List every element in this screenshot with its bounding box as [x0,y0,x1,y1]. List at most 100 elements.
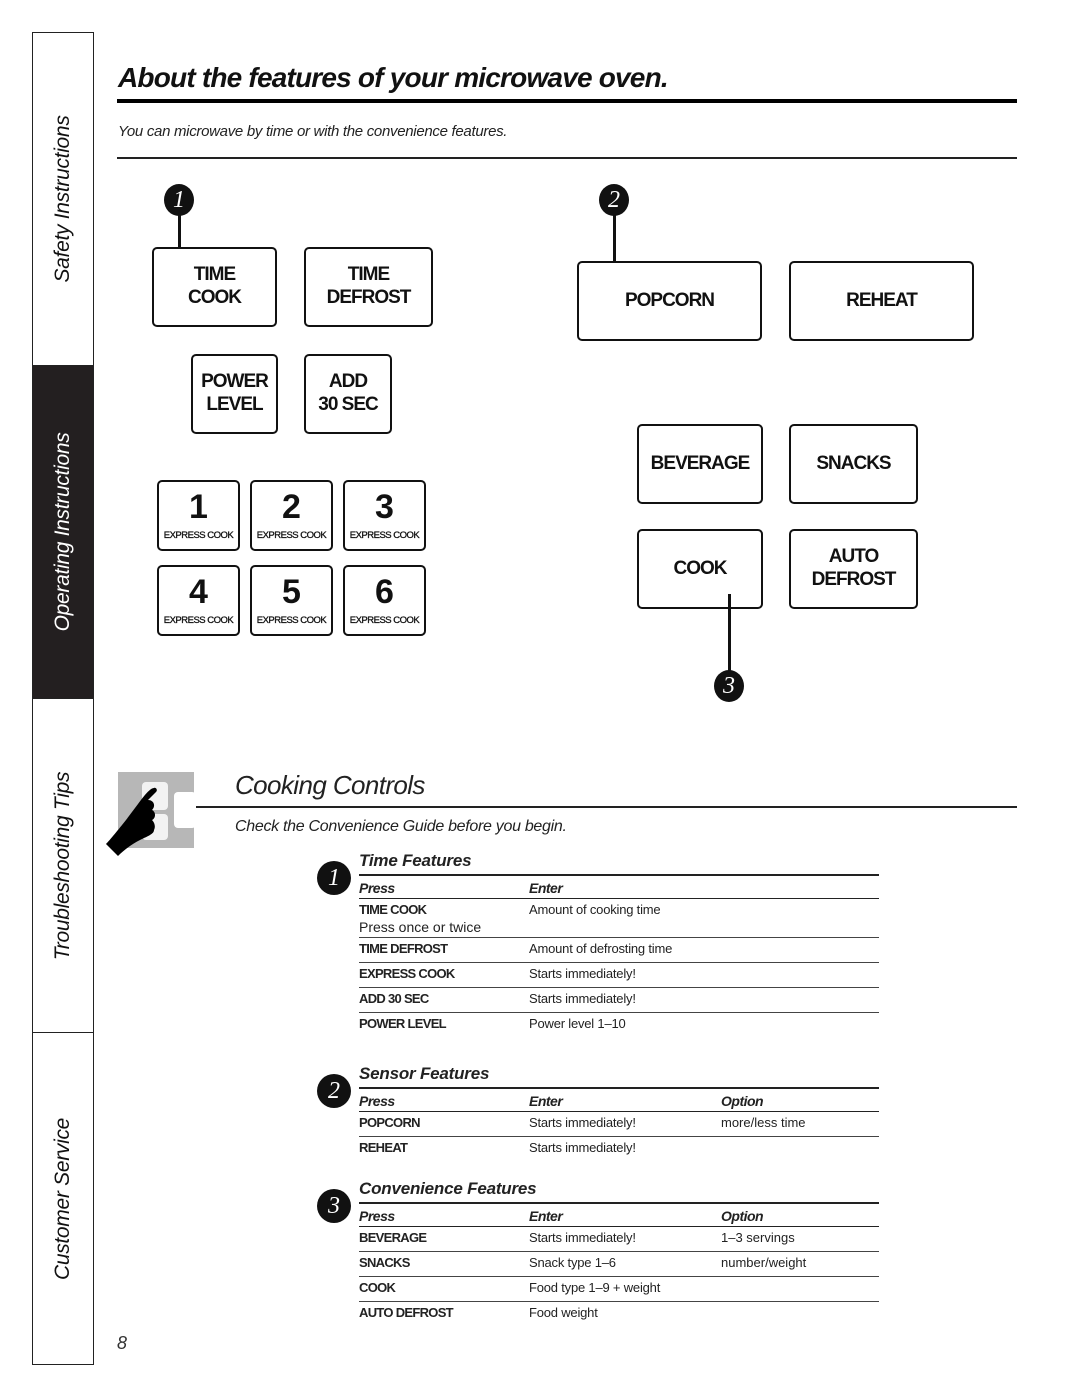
key-number: 2 [282,487,301,526]
tab-label: Safety Instructions [51,115,74,283]
time-cook-button[interactable]: TIME COOK [152,247,277,327]
key-sublabel: EXPRESS COOK [256,529,327,541]
enter-cell: Food type 1–9 + weight [529,1276,721,1302]
button-label-line: DEFROST [811,569,897,590]
button-label: POPCORN [624,289,715,311]
tab-label: Operating Instructions [51,432,74,632]
number-key-1[interactable]: 1 EXPRESS COOK [157,480,240,551]
button-label-line: TIME [347,264,390,286]
table-row: TIME DEFROST Amount of defrosting time [359,937,879,963]
column-header-enter: Enter [529,875,721,899]
button-label-line: DEFROST [326,287,412,308]
callout-number: 3 [723,672,735,699]
table-row: POWER LEVEL Power level 1–10 [359,1013,879,1038]
tab-label: Troubleshooting Tips [51,771,74,960]
sidebar-section-tabs: Safety Instructions Operating Instructio… [32,32,94,1365]
enter-cell: Power level 1–10 [529,1016,626,1031]
section-subtitle: Check the Convenience Guide before you b… [235,818,567,835]
button-label: COOK [673,557,728,579]
option-cell: more/less time [721,1111,879,1137]
button-label-line: AUTO [828,546,879,568]
reheat-button[interactable]: REHEAT [789,261,974,341]
number-key-5[interactable]: 5 EXPRESS COOK [250,565,333,636]
option-cell [721,1013,879,1038]
column-header-enter: Enter [529,1088,721,1112]
key-number: 5 [282,572,301,611]
press-cell: BEVERAGE [359,1226,529,1252]
add-30-sec-button[interactable]: ADD 30 SEC [304,354,392,434]
enter-cell: Starts immediately! [529,987,721,1013]
column-header-option: Option [721,1203,879,1227]
press-cell: REHEAT [359,1140,408,1155]
enter-cell: Starts immediately! [529,1226,721,1252]
number-key-2[interactable]: 2 EXPRESS COOK [250,480,333,551]
enter-cell: Starts immediately! [529,1111,721,1137]
table-row: EXPRESS COOK Starts immediately! [359,962,879,988]
section-title: Cooking Controls [235,770,425,800]
badge-number: 3 [328,1192,340,1219]
section-divider [196,806,1017,808]
section-number-badge: 1 [317,861,351,895]
option-cell [721,1137,879,1162]
column-header-press: Press [359,1203,529,1227]
press-cell: POPCORN [359,1111,529,1137]
tab-safety-instructions[interactable]: Safety Instructions [33,33,93,366]
tab-troubleshooting-tips[interactable]: Troubleshooting Tips [33,699,93,1033]
number-key-4[interactable]: 4 EXPRESS COOK [157,565,240,636]
feature-table: Press Enter Option BEVERAGE Starts immed… [359,1202,879,1326]
snacks-button[interactable]: SNACKS [789,424,918,504]
column-header-press: Press [359,875,529,899]
key-sublabel: EXPRESS COOK [163,614,234,626]
cook-button[interactable]: COOK [637,529,763,609]
power-level-button[interactable]: POWER LEVEL [191,354,278,434]
press-note: Press once or twice [359,919,482,935]
enter-cell: Starts immediately! [529,962,721,988]
feature-table: Press Enter Option POPCORN Starts immedi… [359,1087,879,1161]
callout-number: 1 [173,186,185,213]
button-label-line: COOK [188,287,242,308]
time-defrost-button[interactable]: TIME DEFROST [304,247,433,327]
table-row: ADD 30 SEC Starts immediately! [359,987,879,1013]
key-number: 3 [375,487,394,526]
option-cell: number/weight [721,1251,879,1277]
button-label-line: POWER [201,371,269,393]
callout-marker-3: 3 [714,670,744,702]
tab-customer-service[interactable]: Customer Service [33,1033,93,1364]
badge-number: 1 [328,864,340,891]
tab-operating-instructions[interactable]: Operating Instructions [33,366,93,699]
feature-heading: Time Features [359,851,472,870]
option-cell [721,937,879,963]
auto-defrost-button[interactable]: AUTO DEFROST [789,529,918,609]
key-sublabel: EXPRESS COOK [163,529,234,541]
page-number: 8 [117,1333,128,1353]
press-key-label: TIME COOK [359,902,427,917]
feature-heading: Convenience Features [359,1179,537,1198]
key-number: 1 [189,487,208,526]
option-cell [721,1276,879,1302]
button-label-line: 30 SEC [318,394,378,415]
number-key-6[interactable]: 6 EXPRESS COOK [343,565,426,636]
enter-cell: Amount of defrosting time [529,937,721,963]
popcorn-button[interactable]: POPCORN [577,261,762,341]
enter-cell: Amount of cooking time [529,898,721,938]
key-sublabel: EXPRESS COOK [349,614,420,626]
key-number: 4 [189,572,208,611]
number-key-3[interactable]: 3 EXPRESS COOK [343,480,426,551]
table-row: TIME COOK Press once or twice Amount of c… [359,898,879,938]
table-row: POPCORN Starts immediately! more/less ti… [359,1111,879,1137]
section-number-badge: 3 [317,1189,351,1223]
button-label-line: ADD [328,371,368,393]
column-header-empty [721,875,879,899]
option-cell: 1–3 servings [721,1226,879,1252]
table-row: AUTO DEFROST Food weight [359,1302,879,1327]
feature-heading: Sensor Features [359,1064,490,1083]
badge-number: 2 [328,1077,340,1104]
enter-cell: Food weight [529,1305,598,1320]
press-cell: TIME COOK Press once or twice [359,898,529,938]
title-divider [117,99,1017,103]
press-cell: SNACKS [359,1251,529,1277]
beverage-button[interactable]: BEVERAGE [637,424,763,504]
option-cell [721,1302,879,1327]
hand-pressing-keypad-icon [106,772,196,856]
callout-marker-2: 2 [599,184,629,216]
